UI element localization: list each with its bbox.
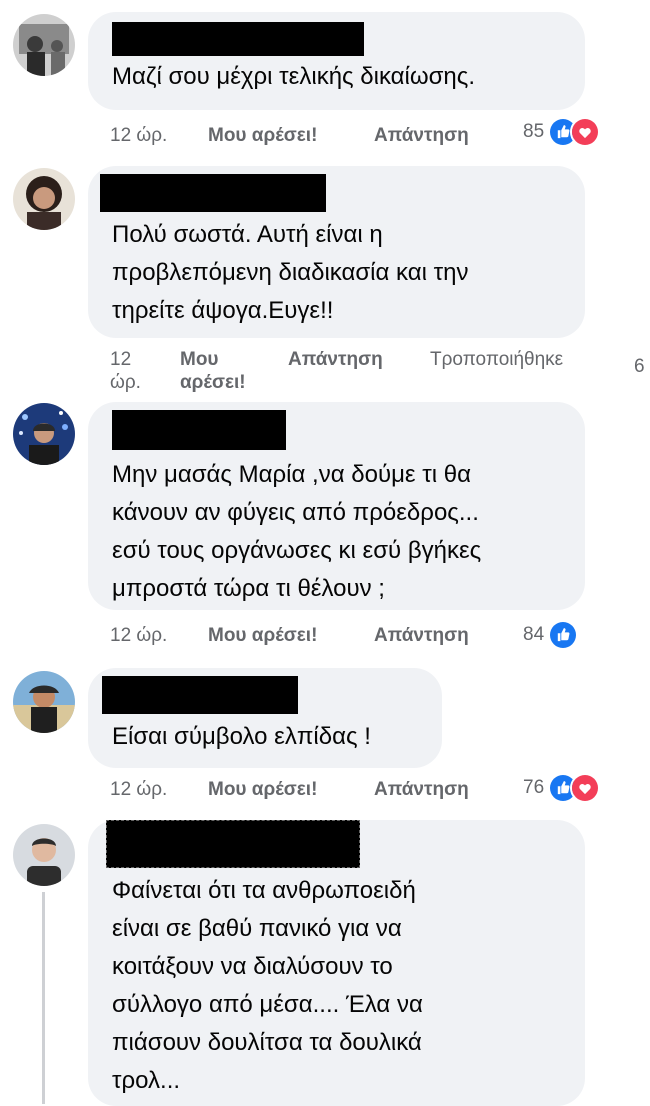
redacted-author-name[interactable]: [112, 22, 364, 56]
comment-text: Φαίνεται ότι τα ανθρωποειδή είναι σε βαθ…: [112, 877, 423, 1094]
comment-bubble: Φαίνεται ότι τα ανθρωποειδή είναι σε βαθ…: [88, 820, 585, 1106]
reaction-count: 85: [523, 121, 545, 142]
avatar[interactable]: [13, 14, 75, 76]
reaction-summary[interactable]: 85: [523, 117, 601, 147]
comment-bubble: Είσαι σύμβολο ελπίδας !: [88, 668, 442, 768]
comment-bubble: Μαζί σου μέχρι τελικής δικαίωσης.: [88, 12, 585, 110]
comment-time[interactable]: 12 ώρ.: [110, 125, 208, 147]
edited-label[interactable]: Τροποποιήθηκε: [430, 348, 630, 371]
reply-button[interactable]: Απάντηση: [374, 125, 524, 147]
love-icon: [570, 773, 601, 803]
avatar[interactable]: [13, 168, 75, 230]
comment-bubble: Πολύ σωστά. Αυτή είναι η προβλεπόμενη δι…: [88, 166, 585, 338]
avatar[interactable]: [13, 403, 75, 465]
comment-text: Είσαι σύμβολο ελπίδας !: [112, 723, 371, 750]
comment-actions: 12 ώρ. Μου αρέσει! Απάντηση Τροποποιήθηκ…: [110, 348, 630, 394]
comment-actions: 12 ώρ. Μου αρέσει! Απάντηση: [110, 770, 524, 810]
reaction-summary[interactable]: 84: [523, 620, 579, 650]
comment-actions: 12 ώρ. Μου αρέσει! Απάντηση: [110, 116, 524, 156]
avatar[interactable]: [13, 824, 75, 886]
comment-bubble: Μην μασάς Μαρία ,να δούμε τι θα κάνουν α…: [88, 402, 585, 610]
comment-time[interactable]: 12 ώρ.: [110, 779, 208, 801]
reply-button[interactable]: Απάντηση: [288, 348, 430, 371]
reply-thread-line: [42, 892, 45, 1104]
comment-actions: 12 ώρ. Μου αρέσει! Απάντηση: [110, 616, 524, 656]
like-button[interactable]: Μου αρέσει!: [208, 125, 374, 147]
reaction-count: 6: [634, 356, 645, 377]
reaction-count: 84: [523, 624, 545, 645]
reaction-summary[interactable]: 6: [634, 356, 649, 378]
redacted-author-name[interactable]: [102, 676, 298, 714]
reaction-count: 76: [523, 777, 545, 798]
redacted-author-name[interactable]: [112, 410, 286, 450]
comment-text: Πολύ σωστά. Αυτή είναι η προβλεπόμενη δι…: [112, 221, 469, 324]
comment-time[interactable]: 12 ώρ.: [110, 625, 208, 647]
avatar[interactable]: [13, 671, 75, 733]
reaction-summary[interactable]: 76: [523, 773, 601, 803]
comment-time[interactable]: 12 ώρ.: [110, 348, 180, 394]
love-icon: [570, 117, 601, 147]
like-icon: [548, 620, 579, 650]
like-button[interactable]: Μου αρέσει!: [208, 779, 374, 801]
redacted-author-name[interactable]: [100, 174, 326, 212]
comment-text: Μαζί σου μέχρι τελικής δικαίωσης.: [112, 63, 476, 90]
reply-button[interactable]: Απάντηση: [374, 625, 524, 647]
like-button[interactable]: Μου αρέσει!: [208, 625, 374, 647]
comment-text: Μην μασάς Μαρία ,να δούμε τι θα κάνουν α…: [112, 461, 482, 602]
reply-button[interactable]: Απάντηση: [374, 779, 524, 801]
like-button[interactable]: Μου αρέσει!: [180, 348, 288, 394]
redacted-author-name[interactable]: [106, 820, 360, 868]
